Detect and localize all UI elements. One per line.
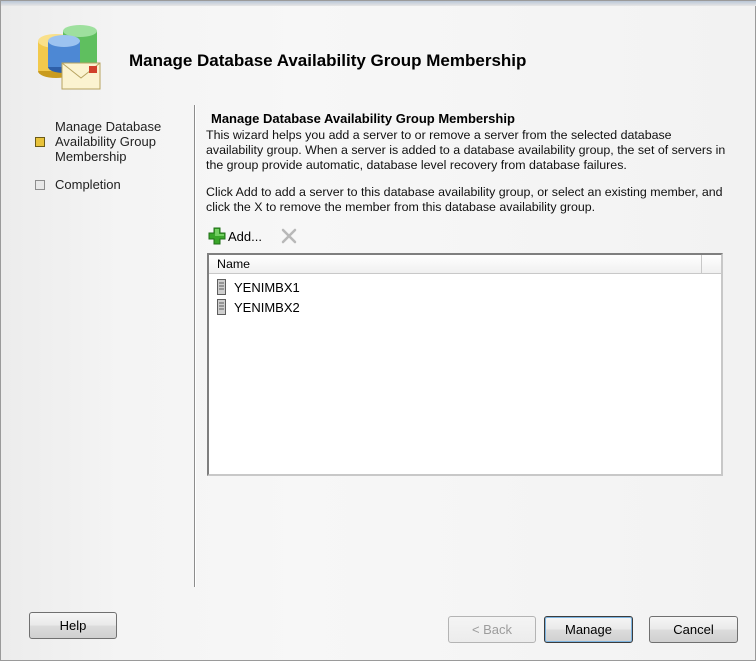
- column-header-name[interactable]: Name: [209, 255, 702, 273]
- wizard-instructions: Click Add to add a server to this databa…: [206, 185, 723, 214]
- section-title: Manage Database Availability Group Membe…: [211, 111, 515, 126]
- table-row[interactable]: YENIMBX1: [209, 277, 721, 297]
- member-list[interactable]: Name YENIMBX1 YENIMBX2: [207, 253, 723, 476]
- step-completion: Completion: [35, 177, 185, 192]
- remove-x-icon[interactable]: [280, 227, 298, 245]
- manage-button[interactable]: Manage: [544, 616, 633, 643]
- add-label: Add...: [228, 228, 262, 244]
- pane-divider: [194, 105, 195, 587]
- list-rows: YENIMBX1 YENIMBX2: [209, 274, 721, 317]
- add-plus-icon: [208, 227, 226, 245]
- row-name: YENIMBX2: [234, 299, 300, 315]
- step-pending-indicator-icon: [35, 180, 45, 190]
- wizard-dialog: Manage Database Availability Group Membe…: [0, 0, 756, 661]
- row-name: YENIMBX1: [234, 279, 300, 295]
- step-label: Manage Database Availability Group Membe…: [55, 119, 162, 164]
- list-toolbar: Add...: [206, 225, 736, 247]
- list-header: Name: [209, 255, 721, 274]
- cancel-button[interactable]: Cancel: [649, 616, 738, 643]
- step-list: Manage Database Availability Group Membe…: [35, 119, 185, 205]
- server-icon: [217, 279, 226, 295]
- help-button[interactable]: Help: [29, 612, 117, 639]
- page-title: Manage Database Availability Group Membe…: [129, 51, 527, 70]
- content-pane: Manage Database Availability Group Membe…: [206, 111, 736, 247]
- wizard-description: This wizard helps you add a server to or…: [206, 128, 726, 172]
- table-row[interactable]: YENIMBX2: [209, 297, 721, 317]
- title-strip: [1, 1, 756, 6]
- step-manage-membership: Manage Database Availability Group Membe…: [35, 119, 185, 164]
- server-icon: [217, 299, 226, 315]
- step-current-indicator-icon: [35, 137, 45, 147]
- add-server-button[interactable]: Add...: [208, 226, 262, 246]
- step-label: Completion: [55, 177, 121, 192]
- back-button[interactable]: < Back: [448, 616, 536, 643]
- database-mail-icon: [38, 25, 101, 90]
